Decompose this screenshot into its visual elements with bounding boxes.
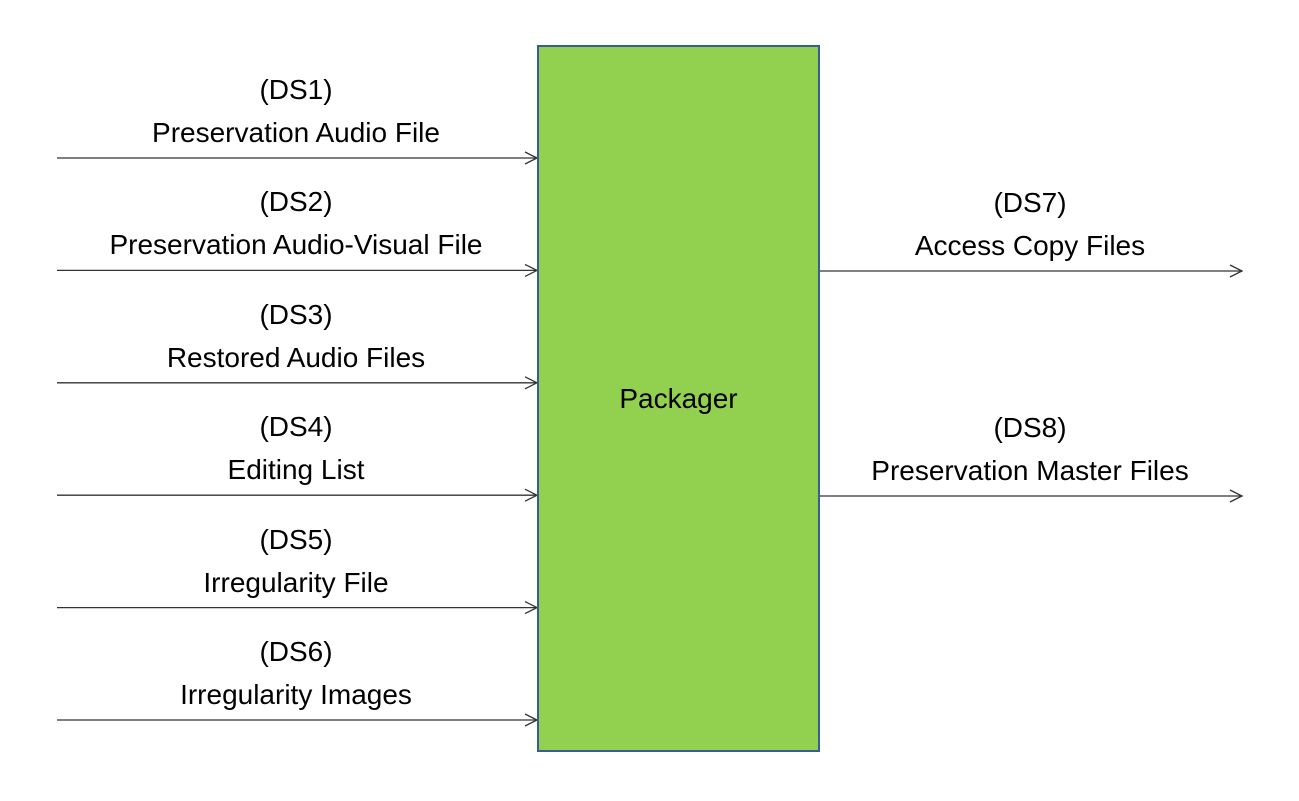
- output-name: Preservation Master Files: [871, 455, 1189, 486]
- packager-label: Packager: [619, 382, 738, 414]
- input-id: (DS5): [259, 523, 333, 555]
- output-id: (DS7): [993, 187, 1067, 218]
- output-label: (DS8) Preservation Master Files: [770, 406, 1290, 492]
- input-name: Preservation Audio-Visual File: [109, 229, 483, 261]
- input-label: (DS6) Irregularity Images: [36, 630, 556, 716]
- input-label: (DS3) Restored Audio Files: [36, 293, 556, 379]
- input-name: Editing List: [227, 454, 365, 486]
- packager-box: Packager: [537, 45, 820, 752]
- input-label: (DS4) Editing List: [36, 405, 556, 491]
- input-label: (DS5) Irregularity File: [36, 518, 556, 604]
- input-id: (DS2): [259, 186, 333, 218]
- input-name: Irregularity File: [203, 566, 389, 598]
- output-id: (DS8): [993, 412, 1067, 443]
- input-label: (DS1) Preservation Audio File: [36, 68, 556, 154]
- output-label: (DS7) Access Copy Files: [770, 181, 1290, 267]
- input-label: (DS2) Preservation Audio-Visual File: [36, 180, 556, 266]
- input-name: Irregularity Images: [180, 679, 412, 710]
- diagram: Packager (DS1) Preservation Audio File (DS…: [0, 0, 1299, 801]
- input-id: (DS3): [259, 298, 333, 330]
- input-name: Preservation Audio File: [152, 117, 440, 148]
- input-id: (DS6): [259, 636, 333, 667]
- input-name: Restored Audio Files: [166, 341, 426, 373]
- input-id: (DS4): [259, 411, 333, 443]
- output-name: Access Copy Files: [914, 230, 1146, 261]
- input-id: (DS1): [259, 74, 333, 105]
